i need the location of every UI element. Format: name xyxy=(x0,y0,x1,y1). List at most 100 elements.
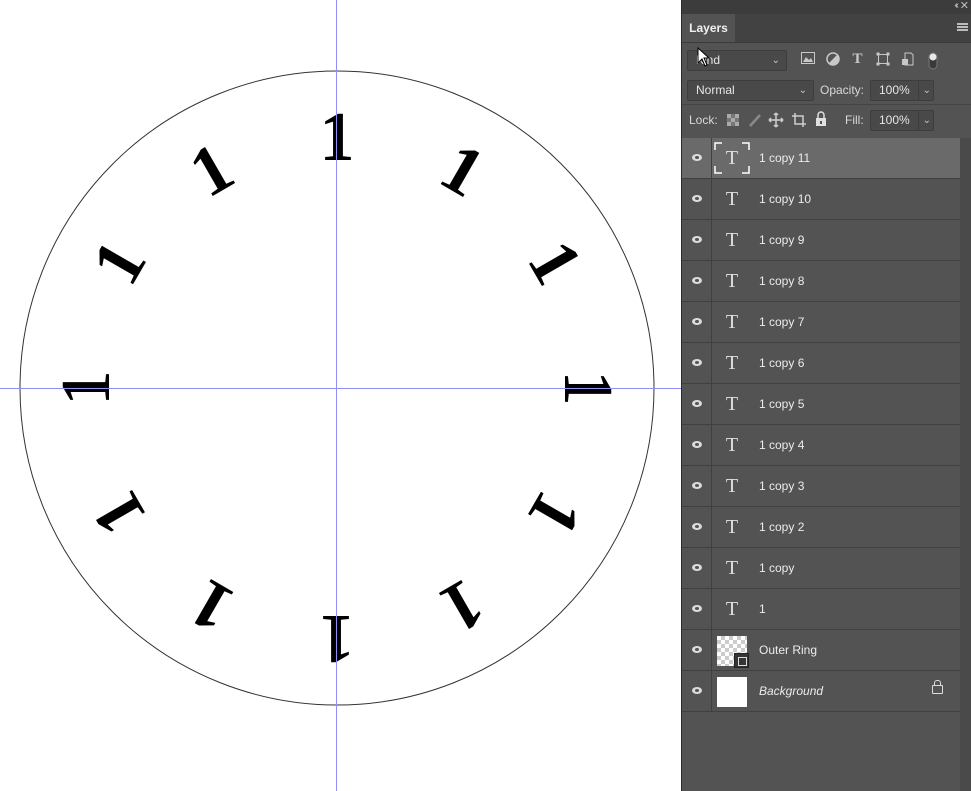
layer-name[interactable]: 1 copy 9 xyxy=(759,220,804,260)
visibility-toggle[interactable] xyxy=(682,343,712,383)
lock-transparent-pixels-icon[interactable] xyxy=(727,114,739,126)
lock-image-pixels-icon[interactable] xyxy=(748,113,762,127)
visibility-toggle[interactable] xyxy=(682,138,712,178)
document-canvas[interactable]: 111111111111 xyxy=(0,0,681,791)
panel-topbar: ‹‹ ✕ xyxy=(682,0,971,14)
layer-name[interactable]: 1 copy 4 xyxy=(759,425,804,465)
chevron-down-icon[interactable]: ⌄ xyxy=(917,111,931,130)
visibility-toggle[interactable] xyxy=(682,384,712,424)
panel-tab-row: Layers xyxy=(682,14,971,43)
text-layer-thumbnail-icon: T xyxy=(725,311,739,333)
chevron-down-icon[interactable]: ⌄ xyxy=(917,81,931,100)
layer-row[interactable]: T 1 copy 4 xyxy=(682,425,961,466)
opacity-input[interactable]: 100% ⌄ xyxy=(870,80,934,101)
text-layer-thumbnail-icon: T xyxy=(725,229,739,251)
layer-name[interactable]: 1 copy 11 xyxy=(759,138,810,178)
blend-row: Normal ⌄ Opacity: 100% ⌄ xyxy=(682,80,971,104)
layers-list: T 1 copy 11 T 1 copy 10 T 1 copy 9 T 1 c… xyxy=(682,138,961,712)
eye-icon xyxy=(692,400,702,407)
visibility-toggle[interactable] xyxy=(682,302,712,342)
adjustment-filter-icon[interactable] xyxy=(825,52,840,67)
eye-icon xyxy=(692,646,702,653)
lock-all-icon[interactable] xyxy=(814,111,828,127)
layers-scrollbar[interactable] xyxy=(960,138,971,791)
layer-name[interactable]: 1 copy 7 xyxy=(759,302,804,342)
text-layer-thumbnail-icon: T xyxy=(725,393,739,415)
visibility-toggle[interactable] xyxy=(682,220,712,260)
clock-numeral: 1 xyxy=(319,99,355,176)
eye-icon xyxy=(692,318,702,325)
visibility-toggle[interactable] xyxy=(682,425,712,465)
layer-row[interactable]: T 1 copy 5 xyxy=(682,384,961,425)
panel-menu-icon[interactable] xyxy=(957,23,968,31)
text-layer-thumbnail-icon: T xyxy=(725,352,739,374)
vertical-guide[interactable] xyxy=(336,0,337,791)
opacity-label: Opacity: xyxy=(820,83,865,97)
layer-name[interactable]: 1 copy xyxy=(759,548,794,588)
text-layer-thumbnail-icon: T xyxy=(725,270,739,292)
layer-row[interactable]: T 1 copy 3 xyxy=(682,466,961,507)
layer-name[interactable]: Outer Ring xyxy=(759,630,817,670)
layer-row[interactable]: T 1 copy 8 xyxy=(682,261,961,302)
visibility-toggle[interactable] xyxy=(682,179,712,219)
eye-icon xyxy=(692,236,702,243)
visibility-toggle[interactable] xyxy=(682,548,712,588)
text-layer-thumbnail-icon: T xyxy=(725,434,739,456)
layer-name[interactable]: Background xyxy=(759,671,823,711)
mouse-cursor-icon xyxy=(697,47,711,67)
visibility-toggle[interactable] xyxy=(682,507,712,547)
lock-row: Lock: Fill: 100% ⌄ xyxy=(682,104,971,137)
layer-name[interactable]: 1 copy 6 xyxy=(759,343,804,383)
layer-row[interactable]: Background xyxy=(682,671,961,712)
text-layer-thumbnail-icon: T xyxy=(725,516,739,538)
layer-row[interactable]: T 1 copy 11 xyxy=(682,138,961,179)
text-layer-thumbnail-icon: T xyxy=(725,557,739,579)
text-layer-thumbnail-icon: T xyxy=(725,188,739,210)
smart-object-filter-icon[interactable] xyxy=(900,52,915,67)
layer-row[interactable]: T 1 copy 6 xyxy=(682,343,961,384)
layer-name[interactable]: 1 copy 3 xyxy=(759,466,804,506)
selection-bracket xyxy=(714,142,750,174)
lock-label: Lock: xyxy=(689,113,718,127)
blend-mode-select[interactable]: Normal ⌄ xyxy=(687,80,814,101)
layers-panel: ‹‹ ✕ Layers Kind ⌄ T Normal ⌄ Opacity: 1… xyxy=(681,0,971,791)
visibility-toggle[interactable] xyxy=(682,261,712,301)
shape-filter-icon[interactable] xyxy=(875,52,890,67)
close-panel-icon[interactable]: ✕ xyxy=(960,0,969,12)
visibility-toggle[interactable] xyxy=(682,589,712,629)
layer-row[interactable]: T 1 xyxy=(682,589,961,630)
fill-value: 100% xyxy=(879,113,910,127)
layer-row[interactable]: T 1 copy 2 xyxy=(682,507,961,548)
layer-row[interactable]: T 1 copy 10 xyxy=(682,179,961,220)
layer-name[interactable]: 1 copy 8 xyxy=(759,261,804,301)
lock-artboard-icon[interactable] xyxy=(791,112,807,128)
layer-name[interactable]: 1 xyxy=(759,589,766,629)
collapse-panel-icon[interactable]: ‹‹ xyxy=(954,0,958,11)
horizontal-guide[interactable] xyxy=(0,388,681,389)
visibility-toggle[interactable] xyxy=(682,466,712,506)
image-filter-icon[interactable] xyxy=(800,52,815,67)
layer-row[interactable]: T 1 copy 7 xyxy=(682,302,961,343)
eye-icon xyxy=(692,523,702,530)
layer-name[interactable]: 1 copy 2 xyxy=(759,507,804,547)
eye-icon xyxy=(692,154,702,161)
visibility-toggle[interactable] xyxy=(682,630,712,670)
layer-name[interactable]: 1 copy 10 xyxy=(759,179,811,219)
fill-label: Fill: xyxy=(845,113,864,127)
tab-layers[interactable]: Layers xyxy=(682,14,735,42)
layer-row[interactable]: T 1 copy xyxy=(682,548,961,589)
clock-numeral: 1 xyxy=(319,600,355,677)
type-filter-icon[interactable]: T xyxy=(850,52,865,67)
layer-name[interactable]: 1 copy 5 xyxy=(759,384,804,424)
eye-icon xyxy=(692,687,702,694)
opacity-value: 100% xyxy=(879,83,910,97)
lock-position-icon[interactable] xyxy=(768,112,784,128)
filter-toggle-icon[interactable] xyxy=(925,52,940,70)
layer-row[interactable]: T 1 copy 9 xyxy=(682,220,961,261)
lock-icon[interactable] xyxy=(932,680,943,694)
layer-row[interactable]: Outer Ring xyxy=(682,630,961,671)
eye-icon xyxy=(692,482,702,489)
blend-mode-value: Normal xyxy=(696,83,735,97)
fill-input[interactable]: 100% ⌄ xyxy=(870,110,934,131)
visibility-toggle[interactable] xyxy=(682,671,712,711)
